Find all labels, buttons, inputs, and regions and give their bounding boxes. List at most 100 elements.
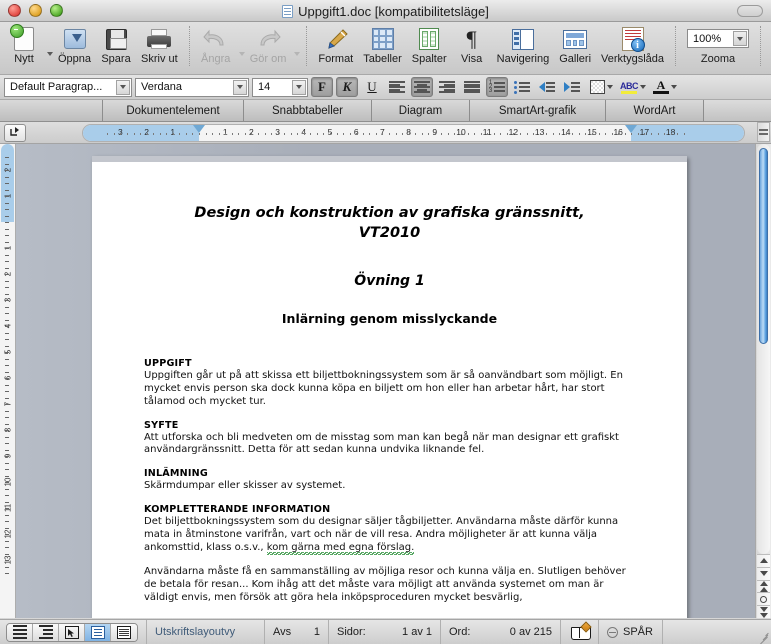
- undo-button[interactable]: Ångra: [196, 25, 236, 65]
- view-print-layout-button[interactable]: [85, 623, 111, 641]
- right-indent-marker[interactable]: [625, 124, 638, 133]
- redo-chevron-down-icon[interactable]: [294, 52, 301, 56]
- align-left-button[interactable]: [386, 77, 408, 97]
- scroll-down-button[interactable]: [757, 566, 770, 580]
- bulleted-list-button[interactable]: [511, 77, 533, 97]
- redo-button[interactable]: Gör om: [245, 25, 292, 65]
- tables-button[interactable]: Tabeller: [358, 25, 407, 65]
- format-button[interactable]: Format: [313, 25, 358, 65]
- zoom-input[interactable]: 100%: [687, 29, 750, 48]
- spellcheck-error-text[interactable]: kom gärna med egna förslag.: [266, 541, 415, 557]
- columns-button[interactable]: Spalter: [407, 25, 452, 65]
- borders-chevron-down-icon[interactable]: [607, 85, 613, 89]
- tab-wordart-label: WordArt: [633, 104, 676, 117]
- vruler-minor-tick: [5, 495, 9, 496]
- tab-diagram[interactable]: Diagram: [372, 100, 470, 121]
- vertical-scrollbar[interactable]: [755, 122, 771, 618]
- font-size-combo[interactable]: 14: [252, 77, 308, 97]
- view-draft-button[interactable]: [7, 623, 33, 641]
- format-button-label: Format: [318, 53, 354, 65]
- size-chevron-down-icon[interactable]: [292, 79, 306, 95]
- ruler-minor-tick: [205, 132, 207, 135]
- minimize-button[interactable]: [29, 4, 42, 17]
- new-button[interactable]: Nytt: [4, 24, 44, 65]
- title-bar[interactable]: Uppgift1.doc [kompatibilitetsläge]: [0, 0, 771, 22]
- resize-grip[interactable]: [757, 630, 769, 644]
- increase-indent-button[interactable]: [561, 77, 583, 97]
- align-right-button[interactable]: [436, 77, 458, 97]
- vruler-minor-tick: [5, 436, 9, 438]
- align-justify-button[interactable]: [461, 77, 483, 97]
- decrease-indent-button[interactable]: [536, 77, 558, 97]
- previous-page-button[interactable]: [757, 579, 770, 593]
- ruler-minor-tick: [631, 132, 633, 135]
- borders-control[interactable]: [590, 80, 613, 94]
- tab-stop-selector[interactable]: [4, 123, 26, 142]
- navigation-button[interactable]: Navigering: [492, 25, 555, 65]
- horizontal-ruler[interactable]: 3 2 1 1 2 3 4 5 6 7 8 9 10 11 12 13 14 15 16 17 18: [82, 123, 745, 142]
- next-page-button[interactable]: [757, 605, 770, 618]
- highlight-chevron-down-icon[interactable]: [640, 85, 646, 89]
- font-name-combo[interactable]: Verdana: [135, 77, 249, 97]
- italic-button[interactable]: K: [336, 77, 358, 97]
- paragraph-style-combo[interactable]: Default Paragrap...: [4, 77, 132, 97]
- scrollbar-thumb[interactable]: [759, 148, 768, 344]
- scrollbar-track[interactable]: [757, 144, 770, 554]
- show-marks-button[interactable]: ¶ Visa: [452, 25, 492, 66]
- ruler-minor-tick: [487, 132, 489, 135]
- tab-snabbtabeller[interactable]: Snabbtabeller: [244, 100, 372, 121]
- tab-wordart[interactable]: WordArt: [606, 100, 704, 121]
- numbered-list-button[interactable]: 123: [486, 77, 508, 97]
- window-title-group: Uppgift1.doc [kompatibilitetsläge]: [0, 0, 771, 22]
- window-controls[interactable]: [0, 4, 63, 17]
- ruler-minor-tick: [664, 132, 666, 135]
- align-center-button[interactable]: [411, 77, 433, 97]
- tab-dokumentelement[interactable]: Dokumentelement: [103, 100, 244, 121]
- highlight-control[interactable]: ABC: [620, 81, 646, 94]
- toolbox-button[interactable]: i Verktygslåda: [596, 25, 669, 65]
- ruler-minor-tick: [572, 132, 574, 135]
- maximize-button[interactable]: [50, 4, 63, 17]
- open-button[interactable]: Öppna: [53, 25, 96, 65]
- document-body[interactable]: UPPGIFT Uppgiften går ut på att skissa e…: [144, 358, 635, 605]
- document-canvas[interactable]: Design och konstruktion av grafiska grän…: [16, 144, 755, 618]
- vruler-minor-tick: [5, 293, 9, 295]
- bold-button[interactable]: F: [311, 77, 333, 97]
- font-color-control[interactable]: A: [653, 79, 677, 94]
- tab-smartart-grafik[interactable]: SmartArt-grafik: [470, 100, 606, 121]
- underline-button[interactable]: U: [361, 77, 383, 97]
- navigation-button-label: Navigering: [496, 53, 550, 65]
- ruler-minor-tick: [513, 132, 515, 135]
- print-button[interactable]: Skriv ut: [136, 25, 183, 65]
- document-page[interactable]: Design och konstruktion av grafiska grän…: [92, 156, 687, 618]
- font-color-chevron-down-icon[interactable]: [671, 85, 677, 89]
- toolbar-toggle-button[interactable]: [737, 5, 763, 17]
- split-window-handle[interactable]: [757, 122, 770, 142]
- gallery-button[interactable]: Galleri: [554, 25, 596, 65]
- view-publishing-button[interactable]: [59, 623, 85, 641]
- font-size-value: 14: [258, 81, 271, 93]
- help-button[interactable]: ? Hjälp: [767, 25, 771, 65]
- vruler-minor-tick: [5, 215, 9, 217]
- ruler-minor-tick: [107, 132, 109, 135]
- zoom-chevron-down-icon[interactable]: [733, 31, 748, 46]
- ruler-minor-tick: [140, 132, 142, 135]
- style-chevron-down-icon[interactable]: [116, 79, 130, 95]
- save-button[interactable]: Spara: [96, 25, 136, 65]
- close-button[interactable]: [8, 4, 21, 17]
- vruler-minor-tick: [5, 261, 9, 262]
- view-notebook-button[interactable]: [111, 623, 137, 641]
- select-browse-object-button[interactable]: [757, 592, 770, 606]
- zoom-control[interactable]: 100% Zooma: [682, 25, 754, 65]
- ruler-minor-tick: [362, 132, 364, 135]
- ruler-minor-tick: [212, 132, 214, 135]
- scroll-up-button[interactable]: [757, 554, 770, 567]
- ruler-minor-tick: [677, 132, 679, 135]
- track-changes-cell[interactable]: SPÅR: [598, 619, 662, 644]
- first-line-indent-marker[interactable]: [193, 124, 205, 133]
- font-chevron-down-icon[interactable]: [233, 79, 247, 95]
- spelling-status-cell[interactable]: [560, 619, 598, 644]
- vertical-ruler[interactable]: 2112345678910111213: [0, 144, 16, 618]
- vruler-minor-tick: [5, 332, 9, 334]
- view-outline-button[interactable]: [33, 623, 59, 641]
